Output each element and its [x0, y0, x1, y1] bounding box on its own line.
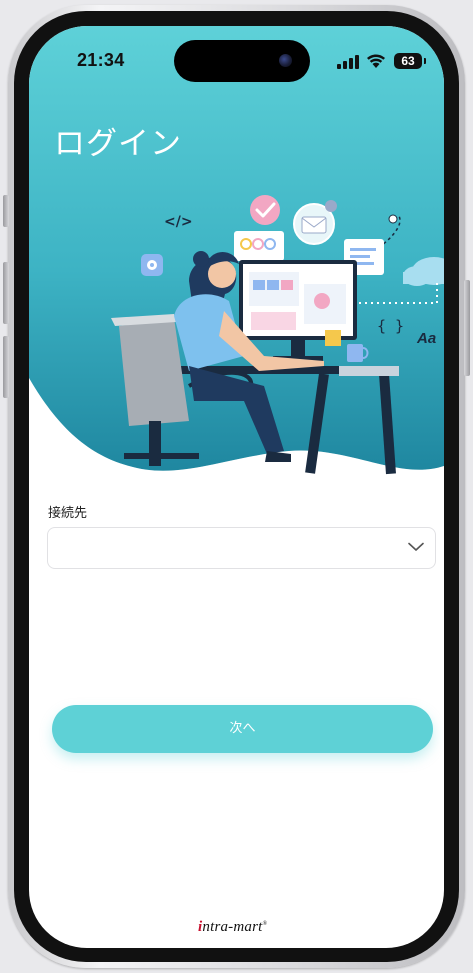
- camera-icon: [279, 54, 292, 67]
- page-title: ログイン: [54, 126, 182, 162]
- chevron-down-icon: [408, 542, 424, 551]
- brand-logo-registered: ®: [262, 921, 268, 927]
- hero-illustration: </> {} Aa: [29, 26, 444, 506]
- font-icon: Aa: [416, 330, 436, 347]
- next-button[interactable]: 次へ: [52, 705, 433, 753]
- volume-down-button: [3, 336, 9, 398]
- connection-label: 接続先: [48, 506, 88, 521]
- app-screen: </> {} Aa 21:34 63 ログイン 接続先 次へ intra-ma…: [29, 26, 444, 948]
- braces-icon: { }: [377, 317, 404, 335]
- home-indicator[interactable]: [164, 934, 309, 938]
- connection-select[interactable]: [47, 527, 436, 569]
- status-icons: 63: [337, 52, 427, 72]
- wifi-icon: [367, 54, 385, 68]
- brand-logo-text: ntra-mart: [202, 919, 263, 935]
- gear-icon: [141, 254, 163, 276]
- volume-up-button: [3, 262, 9, 324]
- phone-device: </> {} Aa 21:34 63 ログイン 接続先 次へ intra-ma…: [0, 0, 473, 973]
- check-icon: [250, 195, 280, 225]
- action-button: [3, 195, 9, 227]
- dynamic-island: [174, 40, 310, 82]
- code-icon: </>: [164, 214, 193, 230]
- battery-icon: 63: [394, 53, 422, 69]
- status-time: 21:34: [77, 50, 125, 70]
- power-button: [464, 280, 470, 376]
- signal-icon: [337, 55, 359, 69]
- status-bar: 21:34 63: [29, 26, 444, 96]
- battery-nub: [424, 58, 426, 64]
